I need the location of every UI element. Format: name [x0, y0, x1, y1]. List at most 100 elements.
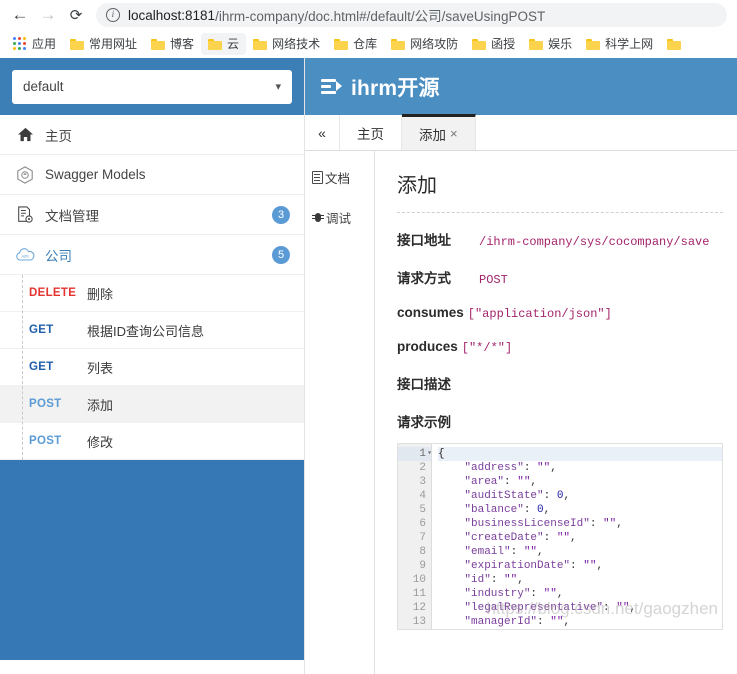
- bookmarks-bar: 应用 常用网址 博客 云 网络技术 仓库 网络攻防 函授 娱乐 科学上网: [0, 30, 737, 58]
- reload-button[interactable]: ⟳: [62, 1, 90, 29]
- bookmark-folder[interactable]: 函授: [465, 33, 522, 55]
- document-icon: [312, 170, 323, 184]
- line-number: 1: [419, 448, 426, 460]
- code-line: "expirationDate": "",: [464, 560, 604, 572]
- request-example-code-block[interactable]: 1 ▾ 2 3 4 5 6 7 8 9 10 11 12 13 {"addre…: [397, 443, 723, 630]
- tab-add[interactable]: 添加 ×: [402, 114, 476, 150]
- code-line: "industry": "",: [464, 588, 564, 600]
- api-endpoint-row-selected[interactable]: POST 添加: [0, 386, 304, 423]
- close-icon[interactable]: ×: [450, 126, 458, 141]
- group-select-value: default: [23, 79, 64, 94]
- section-heading-description: 接口描述: [397, 377, 451, 392]
- home-icon: [14, 127, 36, 142]
- api-endpoint-row[interactable]: POST 修改: [0, 423, 304, 460]
- folder-icon: [586, 38, 601, 50]
- code-line: "area": "",: [464, 476, 538, 488]
- folder-icon: [667, 38, 682, 50]
- meta-key: 接口地址: [397, 233, 451, 248]
- sidebar-item-label: 公司: [45, 248, 72, 264]
- sidebar-item-company[interactable]: API 公司 5: [0, 235, 304, 275]
- site-info-icon[interactable]: i: [106, 8, 120, 22]
- browser-chrome: ← → ⟳ i localhost:8181/ihrm-company/doc.…: [0, 0, 737, 58]
- api-endpoint-label: 列表: [87, 360, 114, 376]
- tab-label: 主页: [357, 126, 384, 142]
- folder-icon: [208, 38, 223, 50]
- page-title: 添加: [397, 175, 437, 197]
- indent-list-icon: [321, 78, 343, 96]
- api-endpoint-row[interactable]: DELETE 删除: [0, 275, 304, 312]
- gutter-line: 9: [398, 559, 431, 573]
- vtab-debug[interactable]: 调试: [305, 197, 374, 237]
- code-line: "balance": 0,: [464, 504, 551, 516]
- browser-toolbar: ← → ⟳ i localhost:8181/ihrm-company/doc.…: [0, 0, 737, 30]
- bookmark-label: 仓库: [353, 37, 378, 51]
- vtab-document[interactable]: 文档: [305, 157, 374, 197]
- gutter-line: 7: [398, 531, 431, 545]
- sidebar-badge: 3: [272, 205, 290, 224]
- code-line: "createDate": "",: [464, 532, 577, 544]
- bookmark-label: 博客: [170, 37, 195, 51]
- section-heading-request-example: 请求示例: [397, 415, 451, 430]
- vtab-label: 文档: [325, 171, 351, 186]
- bookmark-folder[interactable]: 博客: [144, 33, 201, 55]
- folder-icon: [472, 38, 487, 50]
- meta-key: produces: [397, 339, 458, 354]
- title-divider: [397, 212, 723, 213]
- group-select[interactable]: default ▾: [12, 69, 292, 104]
- gutter-line: 11: [398, 587, 431, 601]
- api-method-badge: POST: [29, 435, 62, 447]
- tab-bar: « 主页 添加 ×: [305, 114, 737, 151]
- back-button[interactable]: ←: [6, 1, 34, 29]
- sidebar-blue-fill: [0, 460, 304, 660]
- code-line: "address": "",: [464, 462, 557, 474]
- meta-key: 请求方式: [397, 271, 451, 286]
- bookmark-folder[interactable]: 娱乐: [522, 33, 579, 55]
- gutter-line: 2: [398, 461, 431, 475]
- sidebar-item-doc-management[interactable]: 文档管理 3: [0, 195, 304, 235]
- line-number: 7: [419, 532, 426, 544]
- address-bar[interactable]: i localhost:8181/ihrm-company/doc.html#/…: [96, 3, 727, 27]
- api-endpoint-row[interactable]: GET 根据ID查询公司信息: [0, 312, 304, 349]
- bookmark-label: 网络技术: [272, 37, 321, 51]
- folder-icon: [151, 38, 166, 50]
- bookmark-folder[interactable]: 仓库: [327, 33, 384, 55]
- meta-value: POST: [479, 273, 508, 287]
- url-host: localhost:8181: [128, 7, 216, 23]
- api-method-badge: POST: [29, 398, 62, 410]
- bug-icon: [312, 211, 324, 223]
- sidebar-item-swagger-models[interactable]: Swagger Models: [0, 155, 304, 195]
- code-line: "auditState": 0,: [464, 490, 571, 502]
- svg-text:API: API: [21, 254, 28, 259]
- bookmark-folder[interactable]: 科学上网: [579, 33, 660, 55]
- content-area: 文档 调试 添加 接口地址 /ihrm-company/sys/cocompan…: [305, 151, 737, 674]
- bookmark-folder[interactable]: 常用网址: [63, 33, 144, 55]
- double-chevron-left-icon[interactable]: «: [305, 115, 340, 150]
- meta-value: ["*/*"]: [461, 341, 513, 355]
- line-number: 10: [412, 574, 426, 586]
- api-endpoint-label: 修改: [87, 434, 114, 450]
- api-endpoint-label: 添加: [87, 397, 114, 413]
- fold-arrow-icon[interactable]: ▾: [427, 447, 432, 461]
- gutter-line: 6: [398, 517, 431, 531]
- sidebar-item-home[interactable]: 主页: [0, 115, 304, 155]
- meta-value: ["application/json"]: [467, 307, 612, 321]
- bookmark-folder-overflow[interactable]: [660, 33, 688, 55]
- doc-settings-icon: [14, 205, 36, 224]
- tab-home[interactable]: 主页: [340, 115, 402, 150]
- code-content[interactable]: { "address": "", "area": "", "auditState…: [432, 444, 722, 629]
- code-line: "businessLicenseId": "",: [464, 518, 623, 530]
- bookmark-apps[interactable]: 应用: [6, 33, 63, 55]
- bookmark-folder[interactable]: 网络攻防: [384, 33, 465, 55]
- bookmark-folder[interactable]: 网络技术: [246, 33, 327, 55]
- swagger-cube-icon: [14, 165, 36, 184]
- line-number: 12: [412, 602, 426, 614]
- gutter-line: 10: [398, 573, 431, 587]
- forward-button[interactable]: →: [34, 1, 62, 29]
- sidebar-item-label: Swagger Models: [45, 167, 146, 182]
- folder-icon: [70, 38, 85, 50]
- page-body: default ▾ 主页 Swagger Models 文档管理 3 API 公…: [0, 58, 737, 674]
- bookmark-label: 云: [227, 37, 240, 51]
- chevron-down-icon: ▾: [275, 81, 281, 93]
- bookmark-folder[interactable]: 云: [201, 32, 247, 55]
- api-endpoint-row[interactable]: GET 列表: [0, 349, 304, 386]
